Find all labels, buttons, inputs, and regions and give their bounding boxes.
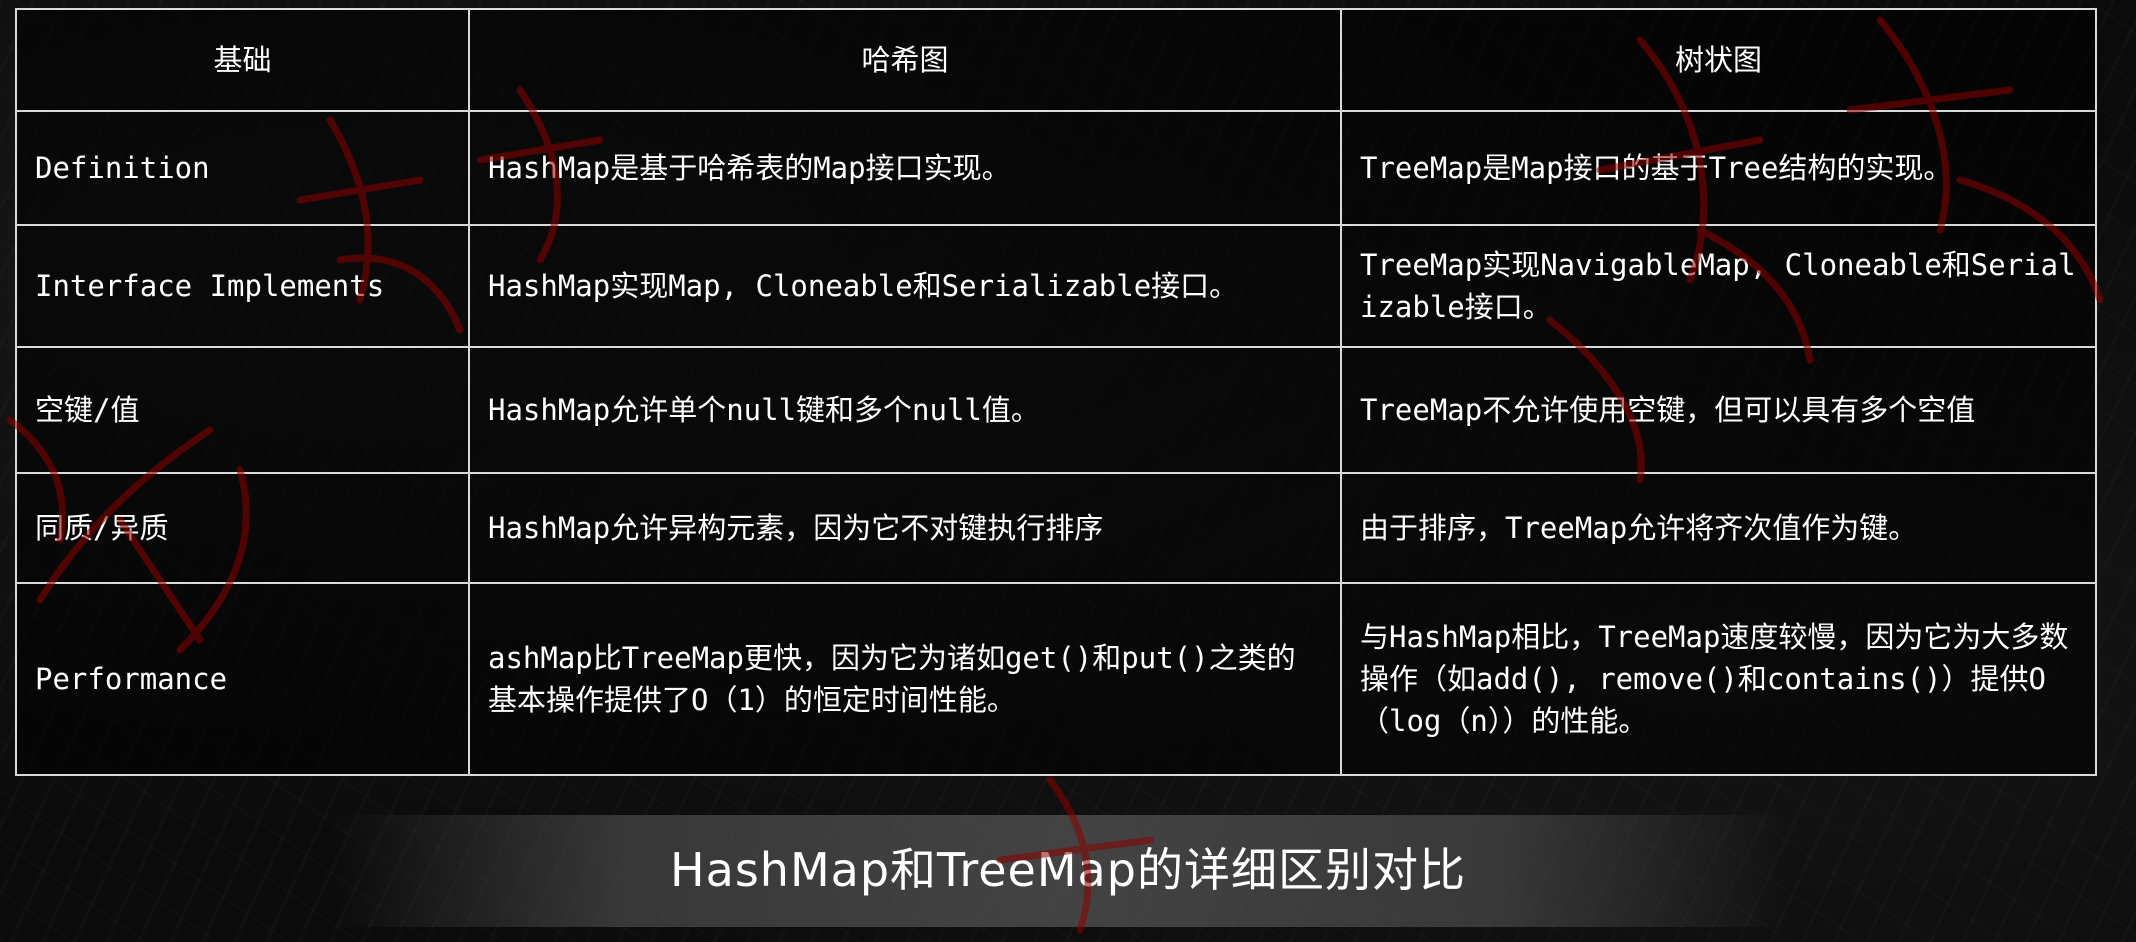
cell-treemap: TreeMap不允许使用空键，但可以具有多个空值 xyxy=(1340,346,2097,474)
page-caption: HashMap和TreeMap的详细区别对比 xyxy=(670,843,1466,897)
cell-hashmap: HashMap是基于哈希表的Map接口实现。 xyxy=(468,110,1342,226)
cell-basis: Definition xyxy=(15,110,470,226)
header-hashmap: 哈希图 xyxy=(468,8,1342,112)
table-header-row: 基础 哈希图 树状图 xyxy=(15,8,2097,112)
table-row: 空键/值 HashMap允许单个null键和多个null值。 TreeMap不允… xyxy=(15,346,2097,474)
cell-treemap: 与HashMap相比，TreeMap速度较慢，因为它为大多数操作（如add(),… xyxy=(1340,582,2097,776)
cell-hashmap: ashMap比TreeMap更快，因为它为诸如get()和put()之类的基本操… xyxy=(468,582,1342,776)
cell-basis: 空键/值 xyxy=(15,346,470,474)
cell-hashmap: HashMap允许异构元素，因为它不对键执行排序 xyxy=(468,472,1342,584)
cell-treemap: TreeMap实现NavigableMap, Cloneable和Seriali… xyxy=(1340,224,2097,348)
table-row: Interface Implements HashMap实现Map, Clone… xyxy=(15,224,2097,348)
cell-treemap: 由于排序，TreeMap允许将齐次值作为键。 xyxy=(1340,472,2097,584)
header-basis: 基础 xyxy=(15,8,470,112)
header-treemap: 树状图 xyxy=(1340,8,2097,112)
table-row: Definition HashMap是基于哈希表的Map接口实现。 TreeMa… xyxy=(15,110,2097,226)
cell-hashmap: HashMap实现Map, Cloneable和Serializable接口。 xyxy=(468,224,1342,348)
cell-hashmap: HashMap允许单个null键和多个null值。 xyxy=(468,346,1342,474)
comparison-table: 基础 哈希图 树状图 Definition HashMap是基于哈希表的Map接… xyxy=(15,8,2097,776)
cell-basis: Interface Implements xyxy=(15,224,470,348)
table-row: Performance ashMap比TreeMap更快，因为它为诸如get()… xyxy=(15,582,2097,776)
cell-basis: Performance xyxy=(15,582,470,776)
table-row: 同质/异质 HashMap允许异构元素，因为它不对键执行排序 由于排序，Tree… xyxy=(15,472,2097,584)
cell-treemap: TreeMap是Map接口的基于Tree结构的实现。 xyxy=(1340,110,2097,226)
cell-basis: 同质/异质 xyxy=(15,472,470,584)
